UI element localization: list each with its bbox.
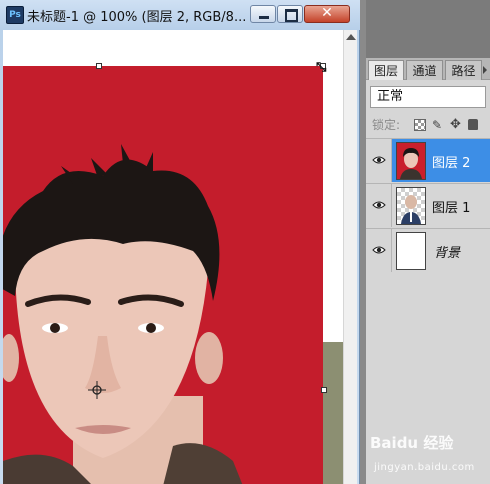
document-titlebar[interactable]: Ps 未标题-1 @ 100% (图层 2, RGB/8... ✕ [0, 0, 360, 30]
photoshop-app-icon: Ps [6, 6, 24, 24]
layer-row-background[interactable]: 背景 [366, 228, 490, 272]
layer-name[interactable]: 背景 [434, 242, 460, 261]
lock-label: 锁定: [372, 118, 401, 132]
portrait-image [3, 66, 323, 484]
tab-layers[interactable]: 图层 [368, 60, 404, 80]
more-tabs-arrow-icon[interactable] [483, 66, 487, 74]
tab-paths[interactable]: 路径 [445, 60, 482, 80]
scroll-up-arrow-icon[interactable] [346, 34, 356, 40]
vertical-scrollbar[interactable] [343, 30, 357, 484]
underlying-layer-edge [322, 342, 343, 484]
document-canvas[interactable]: ⤡ [3, 30, 343, 484]
watermark-brand: Baidu 经验 [370, 434, 454, 452]
lock-options-row: 锁定: ✎ ✥ [366, 114, 490, 136]
layers-panel: 图层 通道 路径 正常 锁定: ✎ ✥ 图层 2 图层 1 背景 [366, 58, 490, 484]
minimize-button[interactable] [250, 5, 276, 23]
maximize-icon [285, 9, 298, 22]
eye-icon [372, 201, 386, 209]
visibility-toggle[interactable] [366, 184, 392, 227]
panel-tab-bar: 图层 通道 路径 [366, 58, 490, 80]
close-icon: ✕ [321, 5, 333, 21]
rotate-cursor-icon: ⤡ [316, 60, 327, 75]
transform-handle-top-middle[interactable] [96, 63, 102, 69]
maximize-button[interactable] [277, 5, 303, 23]
eye-icon [372, 246, 386, 254]
lock-position-move-icon[interactable]: ✥ [450, 118, 462, 131]
layer-thumbnail-photo [396, 142, 426, 180]
layer-name[interactable]: 图层 1 [432, 197, 470, 216]
blend-mode-select[interactable]: 正常 [370, 86, 486, 108]
layer-name[interactable]: 图层 2 [432, 152, 470, 171]
close-button[interactable]: ✕ [304, 5, 350, 23]
eye-icon [372, 156, 386, 164]
baidu-jingyan-watermark: Baidu 经验 jingyan.baidu.com [364, 432, 490, 482]
layer-thumbnail-transparent [396, 187, 426, 225]
portrait-photo-layer[interactable] [3, 66, 323, 484]
layer-thumbnail-white [396, 232, 426, 270]
document-window: Ps 未标题-1 @ 100% (图层 2, RGB/8... ✕ ⤡ [0, 0, 360, 484]
transform-handle-middle-right[interactable] [321, 387, 327, 393]
minimize-icon [259, 16, 269, 19]
watermark-site: jingyan.baidu.com [374, 462, 475, 473]
lock-image-pixels-brush-icon[interactable]: ✎ [432, 119, 444, 131]
tab-channels[interactable]: 通道 [406, 60, 443, 80]
visibility-toggle[interactable] [366, 229, 392, 272]
lock-transparent-pixels-icon[interactable] [414, 119, 426, 131]
visibility-toggle[interactable] [366, 139, 392, 182]
layer-row-layer-1[interactable]: 图层 1 [366, 183, 490, 227]
layer-row-layer-2[interactable]: 图层 2 [366, 138, 490, 182]
transform-center-icon[interactable] [88, 381, 106, 399]
lock-all-padlock-icon[interactable] [468, 119, 478, 130]
document-title: 未标题-1 @ 100% (图层 2, RGB/8... [27, 10, 247, 25]
